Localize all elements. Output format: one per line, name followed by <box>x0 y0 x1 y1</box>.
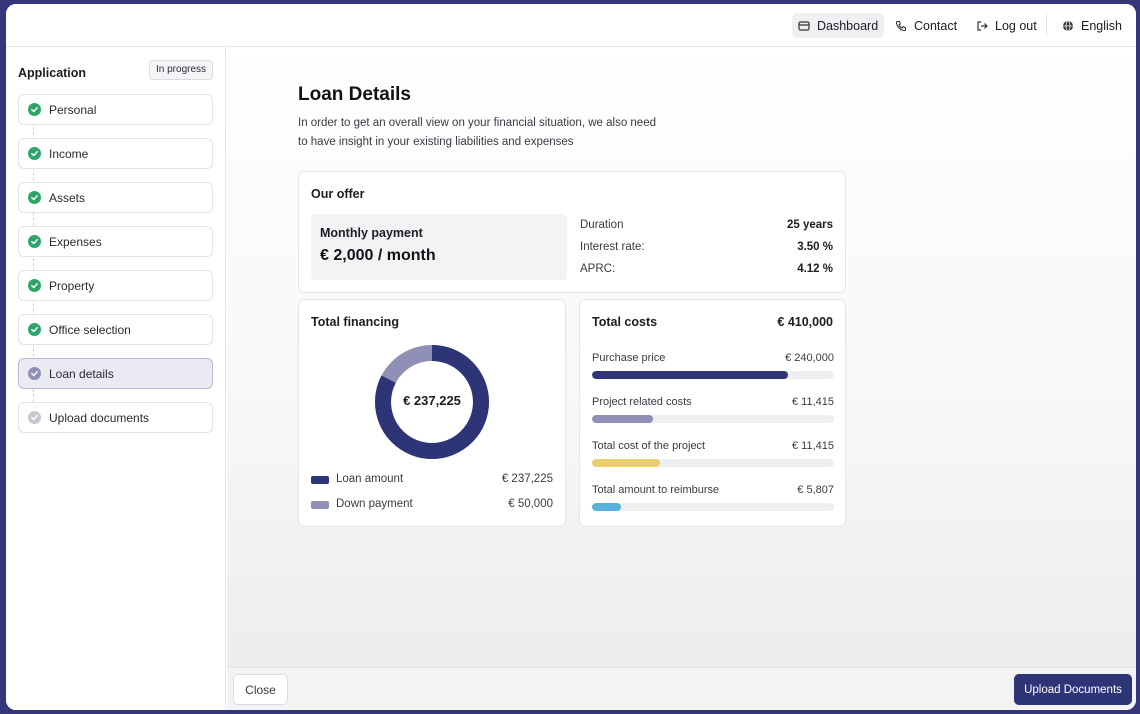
step-expenses[interactable]: Expenses <box>18 226 213 257</box>
step-upload-documents[interactable]: Upload documents <box>18 402 213 433</box>
cost-row: Total amount to reimburse € 5,807 <box>592 484 834 511</box>
nav-dashboard-label: Dashboard <box>817 18 879 33</box>
cost-progress-track <box>592 415 834 423</box>
step-label: Income <box>49 146 89 161</box>
top-nav-bar: Dashboard Contact Log out English <box>6 4 1136 47</box>
financing-card: Total financing € 237,225 Loan amount € … <box>298 299 566 527</box>
step-label: Assets <box>49 190 86 205</box>
offer-title: Our offer <box>311 187 365 201</box>
financing-title: Total financing <box>311 315 399 329</box>
offer-card: Our offer Monthly payment € 2,000 / mont… <box>298 171 846 293</box>
step-assets[interactable]: Assets <box>18 182 213 213</box>
cost-value: € 240,000 <box>785 352 834 364</box>
cost-row: Purchase price € 240,000 <box>592 352 834 379</box>
costs-title: Total costs <box>592 315 658 329</box>
check-circle-icon <box>28 103 41 116</box>
monthly-payment-value: € 2,000 / month <box>320 247 436 264</box>
upload-documents-button[interactable]: Upload Documents <box>1014 674 1132 705</box>
phone-icon <box>895 20 907 31</box>
cost-progress-fill <box>592 459 660 467</box>
aprc-value: 4.12 % <box>797 263 833 275</box>
sidebar-title: Application <box>18 66 87 80</box>
footer-bar: Close Upload Documents <box>227 667 1136 710</box>
offer-detail-row: Duration 25 years <box>580 219 833 231</box>
check-circle-icon <box>28 191 41 204</box>
nav-divider <box>1046 14 1047 36</box>
cost-value: € 11,415 <box>791 396 834 408</box>
globe-icon <box>1063 20 1073 31</box>
step-label: Property <box>49 278 95 293</box>
cost-progress-fill <box>592 371 789 379</box>
app-window: Dashboard Contact Log out English Applic… <box>6 4 1136 710</box>
cost-value: € 5,807 <box>797 484 834 496</box>
duration-value: 25 years <box>786 219 833 231</box>
close-button[interactable]: Close <box>233 674 288 705</box>
page-title: Loan Details <box>298 84 411 105</box>
step-label: Personal <box>49 102 97 117</box>
main-content: Loan Details In order to get an overall … <box>227 47 1136 667</box>
interest-rate-value: 3.50 % <box>797 241 833 253</box>
legend-label: Down payment <box>336 498 413 510</box>
nav-contact[interactable]: Contact <box>889 13 963 38</box>
legend-swatch <box>311 501 329 509</box>
logout-icon <box>977 20 988 31</box>
cost-progress-track <box>592 459 834 467</box>
step-label: Expenses <box>49 234 102 249</box>
cost-value: € 11,415 <box>791 440 834 452</box>
page-description: In order to get an overall view on your … <box>298 117 656 148</box>
costs-total-value: € 410,000 <box>777 315 833 329</box>
nav-logout[interactable]: Log out <box>970 13 1043 38</box>
cost-progress-track <box>592 503 834 511</box>
dashboard-icon <box>798 20 810 31</box>
check-circle-icon <box>28 235 41 248</box>
donut-center-value: € 237,225 <box>403 393 461 408</box>
step-personal[interactable]: Personal <box>18 94 213 125</box>
step-label: Loan details <box>49 366 114 381</box>
interest-rate-label: Interest rate: <box>580 241 645 253</box>
check-circle-icon <box>28 279 41 292</box>
step-property[interactable]: Property <box>18 270 213 301</box>
check-circle-icon <box>28 367 41 380</box>
step-loan-details[interactable]: Loan details <box>18 358 213 389</box>
sidebar: Application In progress Personal Income As… <box>6 47 226 710</box>
step-income[interactable]: Income <box>18 138 213 169</box>
legend-value: € 50,000 <box>508 498 553 510</box>
cost-progress-track <box>592 371 834 379</box>
check-circle-icon <box>28 411 41 424</box>
offer-detail-row: APRC: 4.12 % <box>580 263 833 275</box>
nav-language-label: English <box>1081 18 1122 33</box>
monthly-payment-box: Monthly payment € 2,000 / month <box>311 214 567 280</box>
nav-language[interactable]: English <box>1056 13 1128 38</box>
monthly-payment-label: Monthly payment <box>320 226 423 240</box>
costs-card: Total costs € 410,000 Purchase price € 24… <box>579 299 846 527</box>
aprc-label: APRC: <box>580 263 616 275</box>
step-label: Upload documents <box>49 410 150 425</box>
cost-row: Project related costs € 11,415 <box>592 396 834 423</box>
nav-contact-label: Contact <box>914 18 958 33</box>
cost-row: Total cost of the project € 11,415 <box>592 440 834 467</box>
legend-label: Loan amount <box>336 473 404 485</box>
nav-logout-label: Log out <box>995 18 1037 33</box>
check-circle-icon <box>28 323 41 336</box>
duration-label: Duration <box>580 219 624 231</box>
check-circle-icon <box>28 147 41 160</box>
legend-down-payment: Down payment € 50,000 <box>311 498 553 512</box>
step-office-selection[interactable]: Office selection <box>18 314 213 345</box>
cost-progress-fill <box>592 415 653 423</box>
nav-dashboard[interactable]: Dashboard <box>792 13 885 38</box>
status-badge: In progress <box>149 60 214 80</box>
step-label: Office selection <box>49 322 131 337</box>
offer-detail-row: Interest rate: 3.50 % <box>580 241 833 253</box>
cost-progress-fill <box>592 503 622 511</box>
legend-swatch <box>311 476 329 484</box>
legend-value: € 237,225 <box>501 473 553 485</box>
legend-loan-amount: Loan amount € 237,225 <box>311 473 553 487</box>
